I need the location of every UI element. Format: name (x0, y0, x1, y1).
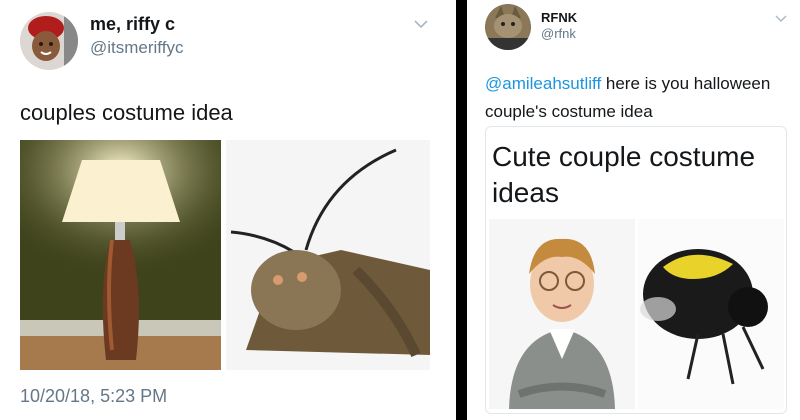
user-handle[interactable]: @rfnk (541, 26, 576, 41)
boy-glasses-image (489, 219, 635, 409)
timestamp[interactable]: 10/20/18, 5:23 PM (20, 386, 167, 407)
cat-avatar-icon (485, 4, 531, 50)
tweet-text: @amileahsutliff here is you halloween co… (485, 70, 795, 126)
display-name[interactable]: RFNK (541, 10, 577, 25)
bumblebee-image (638, 219, 784, 409)
image-card[interactable]: Cute couple costume ideas (485, 126, 787, 414)
tweet-text: couples costume idea (20, 100, 233, 125)
user-handle[interactable]: @itsmeriffyc (90, 38, 183, 58)
chevron-down-icon[interactable] (775, 10, 787, 26)
mention-link[interactable]: @amileahsutliff (485, 74, 601, 93)
card-title: Cute couple costume ideas (492, 141, 756, 208)
user-avatar-icon (20, 12, 78, 70)
display-name[interactable]: me, riffy c (90, 14, 175, 35)
left-avatar[interactable] (20, 12, 78, 70)
moth-image[interactable] (226, 140, 430, 370)
lamp-image[interactable] (20, 140, 221, 370)
right-avatar[interactable] (485, 4, 531, 50)
chevron-down-icon[interactable] (414, 16, 428, 32)
right-tweet: RFNK @rfnk @amileahsutliff here is you h… (467, 0, 800, 420)
left-tweet: me, riffy c @itsmeriffyc couples costume… (0, 0, 456, 420)
